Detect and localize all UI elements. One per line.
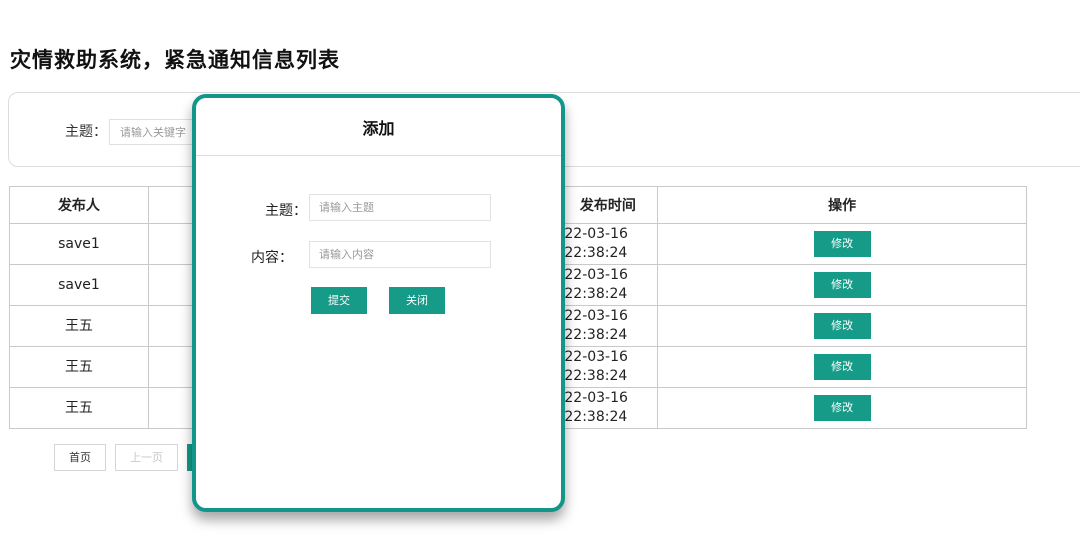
content-label: 内容： (251, 250, 293, 266)
ops-cell: 修改 (657, 223, 1027, 265)
publisher-cell: 王五 (9, 346, 149, 388)
publisher-cell: save1 (9, 223, 149, 265)
subject-label: 主题： (265, 203, 307, 219)
publisher-cell: save1 (9, 264, 149, 306)
time-date: 22-03-16 (564, 226, 628, 242)
header-time: 发布时间 (557, 186, 659, 224)
header-publisher: 发布人 (9, 186, 149, 224)
time-date: 22-03-16 (564, 267, 628, 283)
edit-button[interactable]: 修改 (813, 354, 871, 380)
dialog-title: 添加 (196, 98, 561, 156)
time-date: 22-03-16 (564, 349, 628, 365)
publisher-cell: 王五 (9, 387, 149, 429)
time-cell: 22-03-16 22:38:24 (557, 305, 659, 347)
time-clock: 22:38:24 (564, 409, 628, 425)
time-cell: 22-03-16 22:38:24 (557, 346, 659, 388)
ops-cell: 修改 (657, 387, 1027, 429)
time-clock: 22:38:24 (564, 327, 628, 343)
search-label: 主题： (65, 124, 107, 140)
edit-button[interactable]: 修改 (813, 313, 871, 339)
page-title: 灾情救助系统，紧急通知信息列表 (10, 47, 340, 72)
publisher-cell: 王五 (9, 305, 149, 347)
close-button[interactable]: 关闭 (389, 287, 445, 314)
time-clock: 22:38:24 (564, 286, 628, 302)
add-dialog: 添加 主题： 内容： 提交 关闭 (192, 94, 565, 512)
ops-cell: 修改 (657, 264, 1027, 306)
header-ops: 操作 (657, 186, 1027, 224)
time-date: 22-03-16 (564, 308, 628, 324)
edit-button[interactable]: 修改 (813, 395, 871, 421)
edit-button[interactable]: 修改 (813, 231, 871, 257)
time-clock: 22:38:24 (564, 368, 628, 384)
time-cell: 22-03-16 22:38:24 (557, 223, 659, 265)
prev-page-button[interactable]: 上一页 (115, 444, 178, 471)
submit-button[interactable]: 提交 (311, 287, 367, 314)
time-clock: 22:38:24 (564, 245, 628, 261)
time-cell: 22-03-16 22:38:24 (557, 387, 659, 429)
content-input[interactable] (309, 241, 491, 268)
ops-cell: 修改 (657, 346, 1027, 388)
time-cell: 22-03-16 22:38:24 (557, 264, 659, 306)
ops-cell: 修改 (657, 305, 1027, 347)
time-date: 22-03-16 (564, 390, 628, 406)
first-page-button[interactable]: 首页 (54, 444, 106, 471)
edit-button[interactable]: 修改 (813, 272, 871, 298)
subject-input[interactable] (309, 194, 491, 221)
